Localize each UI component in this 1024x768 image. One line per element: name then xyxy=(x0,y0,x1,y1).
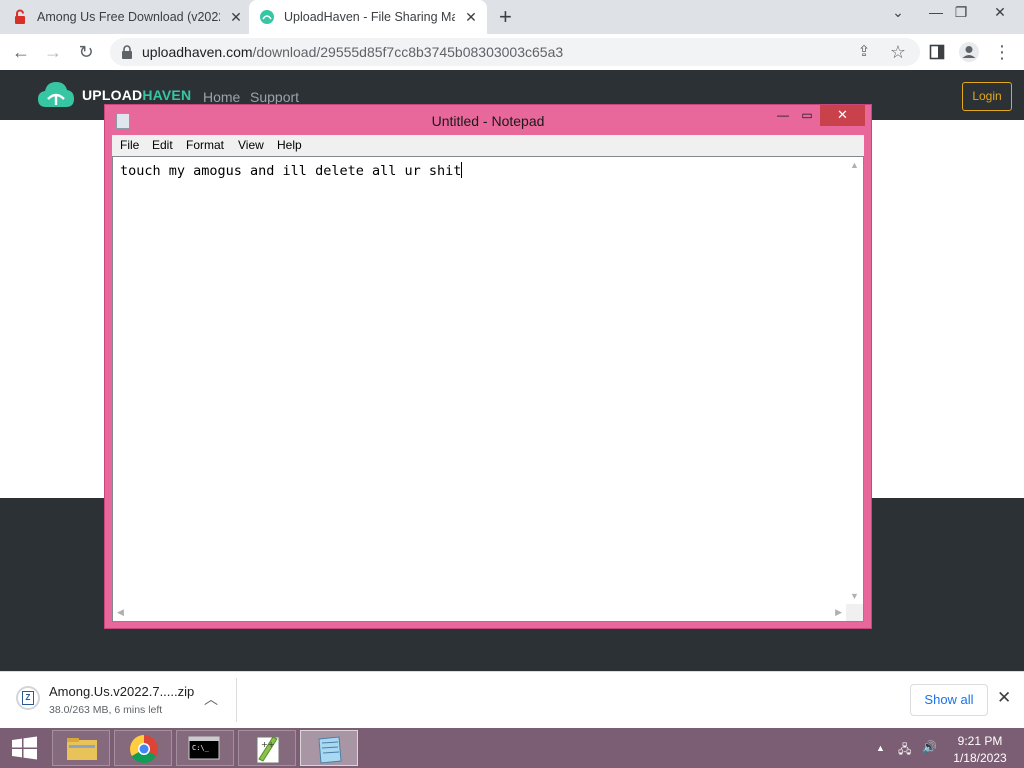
url-domain: uploadhaven.com xyxy=(142,44,253,60)
taskbar-command-prompt[interactable]: C:\_ xyxy=(176,730,234,766)
notepad-titlebar[interactable]: Untitled - Notepad — ▭ ✕ xyxy=(105,105,871,135)
tab-title: UploadHaven - File Sharing Made xyxy=(284,10,455,24)
side-panel-icon[interactable] xyxy=(925,40,949,64)
logo-suffix: HAVEN xyxy=(142,87,192,103)
restore-window-button[interactable]: ❐ xyxy=(951,4,971,21)
url-path: /download/29555d85f7cc8b3745b08303003c65… xyxy=(252,44,564,60)
network-icon[interactable]: 🖧 xyxy=(898,740,911,761)
tab-close-icon[interactable]: ✕ xyxy=(228,9,244,26)
tab-among-us[interactable]: Among Us Free Download (v2022.7 ✕ xyxy=(12,0,244,34)
menu-help[interactable]: Help xyxy=(277,138,302,152)
red-lock-icon xyxy=(15,9,25,24)
url-text[interactable]: uploadhaven.com/download/29555d85f7cc8b3… xyxy=(142,44,563,60)
back-arrow-icon[interactable]: ← xyxy=(9,40,33,64)
bookmark-star-icon[interactable]: ☆ xyxy=(886,40,910,64)
forward-arrow-icon[interactable]: → xyxy=(41,40,65,64)
notepad-maximize-button[interactable]: ▭ xyxy=(797,105,817,126)
logo-text: UPLOADHAVEN xyxy=(82,87,191,103)
taskbar: C:\_ ++ ▲ 🖧 🔊 9:21 PM 1/18/2023 xyxy=(0,728,1024,768)
vertical-scrollbar[interactable]: ▲ ▼ xyxy=(846,157,863,604)
clock-time[interactable]: 9:21 PM xyxy=(946,734,1014,748)
notepad-close-button[interactable]: ✕ xyxy=(820,105,865,126)
chevron-up-icon[interactable]: ︿ xyxy=(204,689,218,709)
notepad-menubar: File Edit Format View Help xyxy=(112,135,864,156)
tab-title: Among Us Free Download (v2022.7 xyxy=(37,10,220,24)
tab-search-icon[interactable]: ⌄ xyxy=(888,4,908,21)
scroll-down-icon[interactable]: ▼ xyxy=(850,591,859,601)
notepad-content[interactable]: touch my amogus and ill delete all ur sh… xyxy=(120,162,463,179)
menu-file[interactable]: File xyxy=(120,138,139,152)
tab-uploadhaven[interactable]: UploadHaven - File Sharing Made ✕ xyxy=(249,0,487,34)
windows-logo-icon xyxy=(12,736,37,760)
notepad-window[interactable]: Untitled - Notepad — ▭ ✕ File Edit Forma… xyxy=(104,104,872,629)
notepad-title: Untitled - Notepad xyxy=(431,113,545,129)
scroll-up-icon[interactable]: ▲ xyxy=(850,160,859,170)
show-hidden-icons[interactable]: ▲ xyxy=(876,743,885,753)
svg-text:C:\_: C:\_ xyxy=(192,744,210,752)
notepad-text-area[interactable]: touch my amogus and ill delete all ur sh… xyxy=(112,156,864,622)
login-button[interactable]: Login xyxy=(962,82,1012,111)
zip-file-icon[interactable]: Z xyxy=(16,686,40,710)
text-caret xyxy=(461,162,463,178)
start-button[interactable] xyxy=(0,728,50,768)
uploadhaven-favicon-icon xyxy=(260,10,274,24)
logo-prefix: UPLOAD xyxy=(82,87,143,103)
menu-format[interactable]: Format xyxy=(186,138,224,152)
divider xyxy=(236,678,237,722)
terminal-icon: C:\_ xyxy=(188,736,220,760)
nav-home-link[interactable]: Home xyxy=(203,89,240,105)
notepad-plus-plus-icon: ++ xyxy=(256,736,280,764)
share-icon[interactable]: ⇪ xyxy=(852,40,876,64)
taskbar-file-explorer[interactable] xyxy=(52,730,110,766)
taskbar-notepad-plus-plus[interactable]: ++ xyxy=(238,730,296,766)
scrollbar-corner xyxy=(846,604,863,621)
address-bar[interactable]: uploadhaven.com/download/29555d85f7cc8b3… xyxy=(110,38,920,66)
nav-support-link[interactable]: Support xyxy=(250,89,299,105)
svg-text:++: ++ xyxy=(261,740,274,749)
close-window-button[interactable]: ✕ xyxy=(990,4,1010,21)
tab-close-icon[interactable]: ✕ xyxy=(463,9,479,26)
volume-icon[interactable]: 🔊 xyxy=(922,740,937,754)
scroll-left-icon[interactable]: ◀ xyxy=(117,607,124,618)
menu-edit[interactable]: Edit xyxy=(152,138,173,152)
taskbar-chrome[interactable] xyxy=(114,730,172,766)
clock-date[interactable]: 1/18/2023 xyxy=(946,751,1014,765)
lock-icon xyxy=(122,45,132,59)
minimize-window-button[interactable]: — xyxy=(926,4,946,20)
menu-view[interactable]: View xyxy=(238,138,264,152)
horizontal-scrollbar[interactable]: ◀ ▶ xyxy=(113,604,846,621)
reload-icon[interactable]: ↻ xyxy=(74,40,98,64)
notepad-icon xyxy=(318,736,342,764)
close-downloads-icon[interactable]: ✕ xyxy=(997,688,1011,708)
folder-icon xyxy=(67,738,97,760)
chrome-icon xyxy=(130,735,158,763)
notepad-minimize-button[interactable]: — xyxy=(773,105,793,126)
browser-menu-icon[interactable]: ⋮ xyxy=(990,40,1014,64)
browser-toolbar: ← → ↻ uploadhaven.com/download/29555d85f… xyxy=(0,34,1024,70)
show-all-button[interactable]: Show all xyxy=(910,684,988,716)
download-status: 38.0/263 MB, 6 mins left xyxy=(49,704,163,716)
download-file-name[interactable]: Among.Us.v2022.7.....zip xyxy=(49,684,194,699)
cloud-logo-icon xyxy=(38,82,74,107)
new-tab-button[interactable]: + xyxy=(499,5,512,29)
scroll-right-icon[interactable]: ▶ xyxy=(835,607,842,618)
profile-avatar-icon[interactable] xyxy=(957,40,981,64)
taskbar-notepad[interactable] xyxy=(300,730,358,766)
notepad-text: touch my amogus and ill delete all ur sh… xyxy=(120,163,462,179)
downloads-bar: Z Among.Us.v2022.7.....zip 38.0/263 MB, … xyxy=(0,671,1024,728)
browser-tab-strip: Among Us Free Download (v2022.7 ✕ Upload… xyxy=(0,0,1024,34)
